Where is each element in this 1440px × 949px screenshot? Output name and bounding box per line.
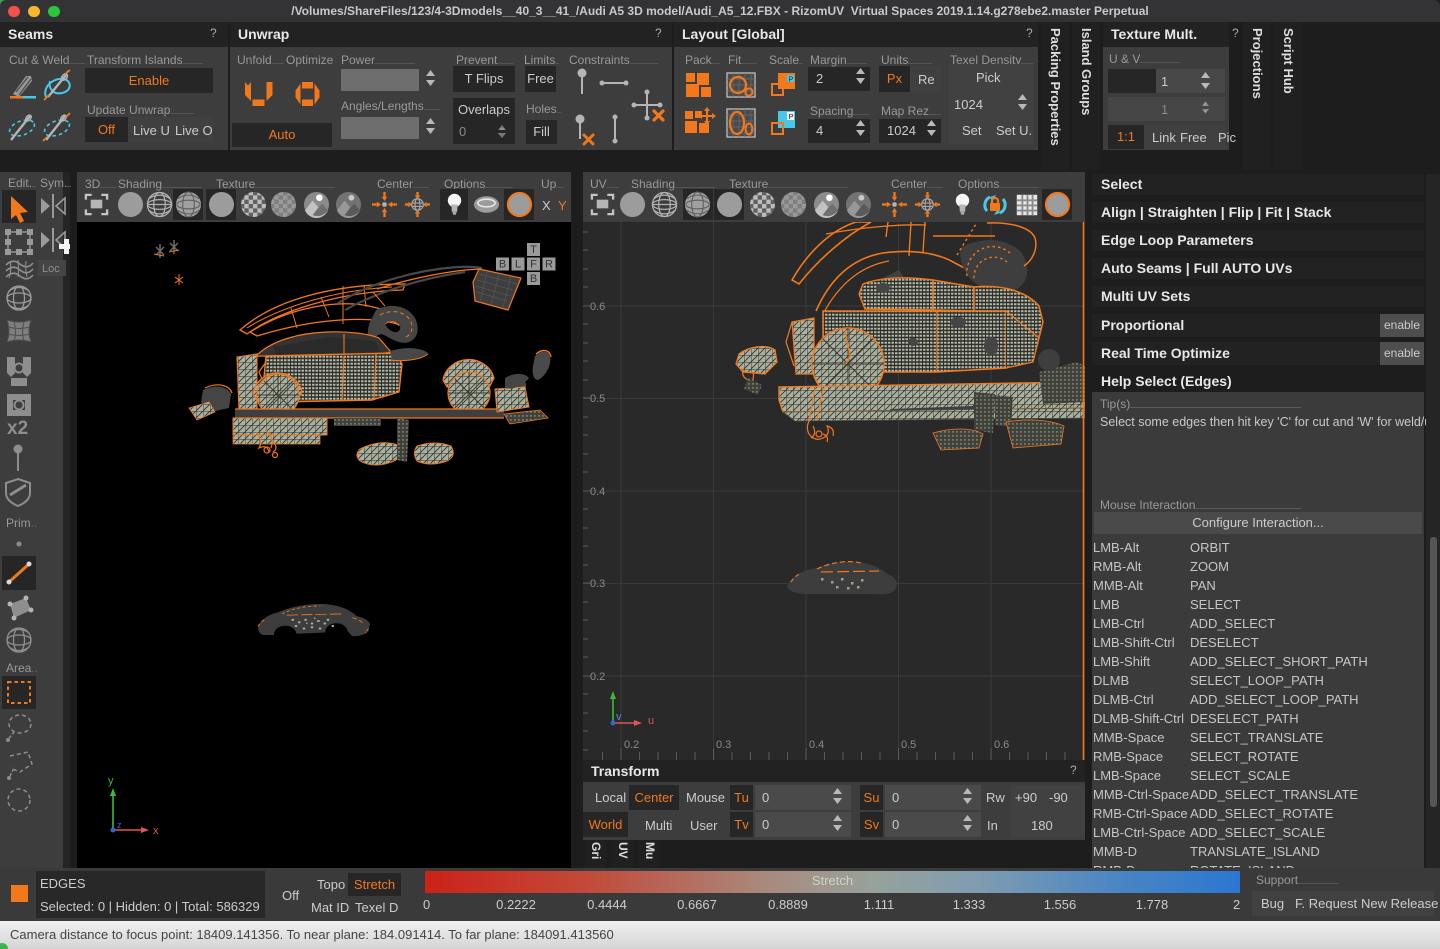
- svg-text:0.6: 0.6: [994, 739, 1009, 751]
- svg-text:0.6: 0.6: [590, 301, 605, 313]
- svg-text:z: z: [117, 820, 122, 830]
- svg-text:u: u: [648, 715, 654, 727]
- svg-text:Prim..: Prim..: [6, 516, 37, 530]
- svg-text:P: P: [789, 77, 794, 84]
- svg-text:B: B: [530, 273, 537, 285]
- svg-text:0.5: 0.5: [590, 393, 605, 405]
- svg-text:P: P: [789, 112, 794, 121]
- svg-text:y: y: [108, 775, 114, 787]
- svg-text:0.4: 0.4: [590, 486, 605, 498]
- svg-text:x2: x2: [7, 418, 28, 439]
- svg-text:0.3: 0.3: [716, 739, 731, 751]
- svg-text:x: x: [153, 825, 159, 837]
- svg-text:0.2: 0.2: [624, 739, 639, 751]
- svg-text:Y: Y: [558, 198, 567, 213]
- svg-text:Area..: Area..: [6, 661, 38, 675]
- svg-text:L: L: [515, 259, 521, 271]
- svg-text:0.5: 0.5: [901, 739, 916, 751]
- svg-text:X: X: [542, 198, 551, 213]
- svg-text:0.3: 0.3: [590, 578, 605, 590]
- svg-text:F: F: [530, 259, 537, 271]
- svg-text:T: T: [530, 244, 537, 256]
- svg-text:B: B: [499, 259, 506, 271]
- svg-text:0.4: 0.4: [809, 739, 824, 751]
- svg-text:Loc: Loc: [42, 263, 60, 275]
- svg-text:0.2: 0.2: [590, 671, 605, 683]
- svg-text:v: v: [616, 711, 622, 723]
- svg-text:R: R: [545, 259, 553, 271]
